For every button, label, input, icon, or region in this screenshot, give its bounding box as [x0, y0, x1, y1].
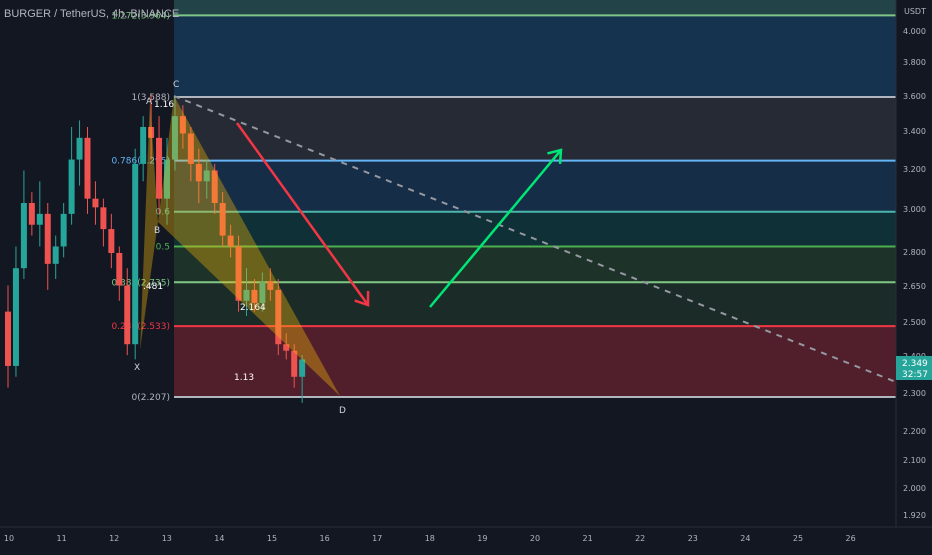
- candle-body: [84, 137, 91, 199]
- pattern-ratio-xa: 1.16: [154, 100, 174, 110]
- price-tick-label: 3.600: [903, 92, 926, 101]
- time-tick-label: 12: [109, 534, 119, 543]
- time-tick-label: 14: [214, 534, 224, 543]
- price-tick-label: 2.300: [903, 389, 926, 398]
- chart-container[interactable]: 1.272(3.964)1(3.588)0.786(3.295)0.60.50.…: [0, 0, 932, 550]
- price-tick-label: 2.200: [903, 427, 926, 436]
- price-tick-label: 2.800: [903, 248, 926, 257]
- fib-label: 0.5: [156, 242, 170, 252]
- candle-body: [108, 229, 115, 253]
- fib-label: 0(2.207): [131, 393, 170, 403]
- time-tick-label: 15: [267, 534, 277, 543]
- time-tick-label: 20: [530, 534, 540, 543]
- time-tick-label: 18: [425, 534, 435, 543]
- fib-zone: [174, 15, 896, 97]
- time-tick-label: 16: [320, 534, 330, 543]
- price-tick-label: 2.650: [903, 282, 926, 291]
- price-axis[interactable]: USDT 4.000 3.800 3.600 3.400 3.200 3.000 2.800 2…: [895, 0, 932, 550]
- pattern-point-c: C: [173, 80, 179, 90]
- price-tick-label: 2.100: [903, 456, 926, 465]
- symbol-title: BURGER / TetherUS, 4h, BINANCE: [4, 8, 180, 20]
- price-tick-label: 2.000: [903, 484, 926, 493]
- candle-body: [92, 198, 99, 208]
- candle-body: [36, 213, 43, 225]
- time-axis[interactable]: 10 11 12 13 14 15 16 17 18 19 20 21 22 23 24 25 26: [0, 526, 932, 550]
- last-price-label: 2.349: [902, 359, 928, 369]
- candle-body: [60, 213, 67, 247]
- time-tick-label: 19: [477, 534, 487, 543]
- time-tick-label: 22: [635, 534, 645, 543]
- price-tick-label: 1.920: [903, 511, 926, 520]
- candle-body: [156, 137, 163, 199]
- candle-body: [5, 311, 11, 366]
- time-tick-label: 25: [793, 534, 803, 543]
- price-axis-bg: [896, 0, 932, 550]
- time-tick-label: 26: [846, 534, 856, 543]
- fib-zone: [174, 0, 896, 16]
- price-tick-label: 3.200: [903, 165, 926, 174]
- pattern-ratio-ab: .481: [143, 282, 163, 292]
- countdown-label: 32:57: [902, 370, 928, 380]
- candle-body: [28, 203, 35, 225]
- pattern-ratio-bc: 2.164: [240, 303, 266, 313]
- candle-body: [20, 203, 27, 269]
- candle-body: [100, 207, 107, 230]
- pattern-point-x: X: [134, 363, 140, 373]
- candle-body: [124, 285, 131, 345]
- candle-body: [140, 126, 147, 164]
- candle-body: [68, 159, 75, 214]
- price-tick-label: 3.000: [903, 205, 926, 214]
- price-axis-unit: USDT: [904, 7, 926, 16]
- pattern-point-d: D: [339, 406, 346, 416]
- pattern-point-a: A: [146, 97, 153, 107]
- candle-body: [299, 359, 306, 377]
- price-tick-label: 3.800: [903, 58, 926, 67]
- candle-body: [291, 350, 298, 377]
- price-tick-label: 3.400: [903, 127, 926, 136]
- time-tick-label: 23: [688, 534, 698, 543]
- fib-zone: [174, 211, 896, 247]
- price-tick-label: 4.000: [903, 27, 926, 36]
- price-tick-label: 2.500: [903, 318, 926, 327]
- candle-body: [132, 163, 139, 345]
- candle-body: [116, 252, 123, 286]
- time-tick-label: 21: [583, 534, 593, 543]
- time-tick-label: 13: [162, 534, 172, 543]
- time-tick-label: 11: [57, 534, 67, 543]
- fib-zone: [174, 246, 896, 283]
- pattern-point-b: B: [154, 226, 160, 236]
- fib-label: 0.236(2.533): [111, 322, 170, 332]
- time-tick-label: 17: [372, 534, 382, 543]
- candle-body: [44, 213, 51, 264]
- fib-zone: [174, 97, 896, 161]
- candle-body: [12, 268, 19, 366]
- price-chart[interactable]: 1.272(3.964)1(3.588)0.786(3.295)0.60.50.…: [0, 0, 932, 550]
- time-tick-label: 24: [740, 534, 750, 543]
- pattern-ratio-cd: 1.13: [234, 373, 254, 383]
- candle-body: [52, 246, 59, 264]
- time-tick-label: 10: [4, 534, 14, 543]
- candle-body: [76, 137, 83, 160]
